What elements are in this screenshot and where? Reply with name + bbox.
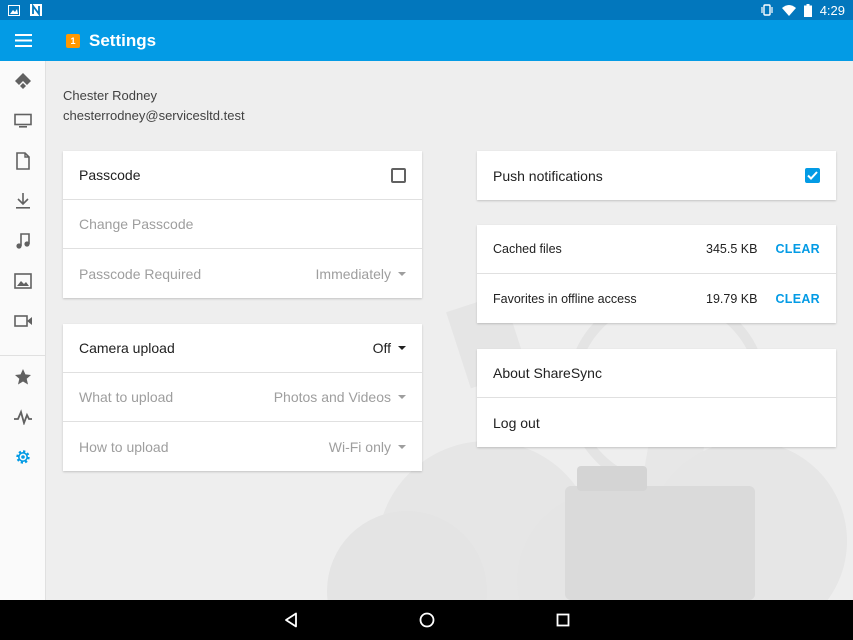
cached-files-label: Cached files — [493, 242, 562, 256]
dropdown-arrow-icon — [398, 346, 406, 350]
app-logo-badge: 1 — [66, 33, 80, 48]
about-row[interactable]: About ShareSync — [477, 349, 836, 398]
home-icon[interactable] — [413, 606, 441, 634]
video-icon[interactable] — [0, 301, 46, 341]
dropdown-arrow-icon — [398, 444, 406, 449]
passcode-checkbox[interactable] — [391, 167, 406, 183]
activity-icon[interactable] — [0, 397, 46, 437]
storage-card: Cached files 345.5 KB CLEAR Favorites in… — [477, 225, 836, 323]
document-icon[interactable] — [0, 141, 46, 181]
push-notifications-checkbox[interactable] — [805, 168, 820, 183]
logout-row[interactable]: Log out — [477, 398, 836, 447]
passcode-card: Passcode Change Passcode Passcode Requir… — [63, 151, 422, 298]
back-icon[interactable] — [277, 606, 305, 634]
how-to-upload-value: Wi-Fi only — [328, 438, 391, 455]
image-notification-icon — [8, 4, 20, 16]
how-to-upload-dropdown[interactable]: Wi-Fi only — [329, 439, 406, 455]
clear-cached-button[interactable]: CLEAR — [775, 242, 820, 256]
dropdown-arrow-icon — [398, 271, 406, 276]
gear-icon[interactable] — [0, 437, 46, 477]
passcode-label: Passcode — [79, 167, 141, 183]
recents-icon[interactable] — [549, 606, 577, 634]
star-icon[interactable] — [0, 357, 46, 397]
page-title: Settings — [89, 30, 157, 50]
battery-icon — [803, 3, 812, 17]
wifi-icon — [781, 4, 796, 16]
passcode-required-row[interactable]: Passcode Required Immediately — [63, 249, 422, 298]
cached-files-size: 345.5 KB — [706, 242, 758, 256]
status-time: 4:29 — [819, 2, 845, 18]
camera-upload-dropdown[interactable]: Off — [373, 340, 406, 356]
status-bar: 4:29 — [0, 0, 853, 20]
download-icon[interactable] — [0, 181, 46, 221]
passcode-required-dropdown[interactable]: Immediately — [316, 266, 406, 282]
rail-divider — [0, 355, 46, 356]
push-notifications-row[interactable]: Push notifications — [477, 151, 836, 200]
monitor-icon[interactable] — [0, 101, 46, 141]
image-icon[interactable] — [0, 261, 46, 301]
about-label: About ShareSync — [493, 365, 602, 381]
about-card: About ShareSync Log out — [477, 349, 836, 447]
how-to-upload-label: How to upload — [79, 438, 169, 455]
what-to-upload-dropdown[interactable]: Photos and Videos — [274, 389, 406, 405]
offline-favorites-label: Favorites in offline access — [493, 291, 637, 306]
system-nav-bar — [0, 600, 853, 640]
clear-offline-button[interactable]: CLEAR — [775, 292, 820, 306]
passcode-required-label: Passcode Required — [79, 265, 202, 282]
change-passcode-row[interactable]: Change Passcode — [63, 200, 422, 249]
check-icon — [807, 171, 818, 180]
sharesync-icon[interactable] — [0, 61, 46, 101]
menu-icon[interactable] — [0, 20, 46, 61]
how-to-upload-row[interactable]: How to upload Wi-Fi only — [63, 422, 422, 471]
music-icon[interactable] — [0, 221, 46, 261]
nav-rail — [0, 61, 46, 600]
camera-upload-row[interactable]: Camera upload Off — [63, 324, 422, 373]
passcode-required-value: Immediately — [315, 265, 391, 282]
logout-label: Log out — [493, 414, 540, 431]
cached-files-row: Cached files 345.5 KB CLEAR — [477, 225, 836, 274]
camera-upload-value: Off — [372, 340, 391, 356]
dropdown-arrow-icon — [398, 395, 406, 399]
change-passcode-label: Change Passcode — [79, 216, 194, 232]
n-notification-icon — [30, 4, 42, 16]
settings-content: Chester Rodney chesterrodney@servicesltd… — [47, 61, 853, 600]
camera-upload-card: Camera upload Off What to upload Photos … — [63, 324, 422, 471]
offline-favorites-size: 19.79 KB — [706, 291, 758, 306]
offline-favorites-row: Favorites in offline access 19.79 KB CLE… — [477, 274, 836, 323]
camera-upload-label: Camera upload — [79, 340, 175, 356]
user-name: Chester Rodney — [63, 88, 157, 103]
what-to-upload-value: Photos and Videos — [273, 389, 391, 405]
passcode-row[interactable]: Passcode — [63, 151, 422, 200]
user-email: chesterrodney@servicesltd.test — [63, 108, 245, 123]
app-bar: 1 Settings — [0, 20, 853, 61]
push-notifications-card: Push notifications — [477, 151, 836, 200]
vibrate-icon — [760, 4, 774, 16]
what-to-upload-label: What to upload — [79, 389, 174, 405]
what-to-upload-row[interactable]: What to upload Photos and Videos — [63, 373, 422, 422]
push-notifications-label: Push notifications — [493, 167, 603, 184]
